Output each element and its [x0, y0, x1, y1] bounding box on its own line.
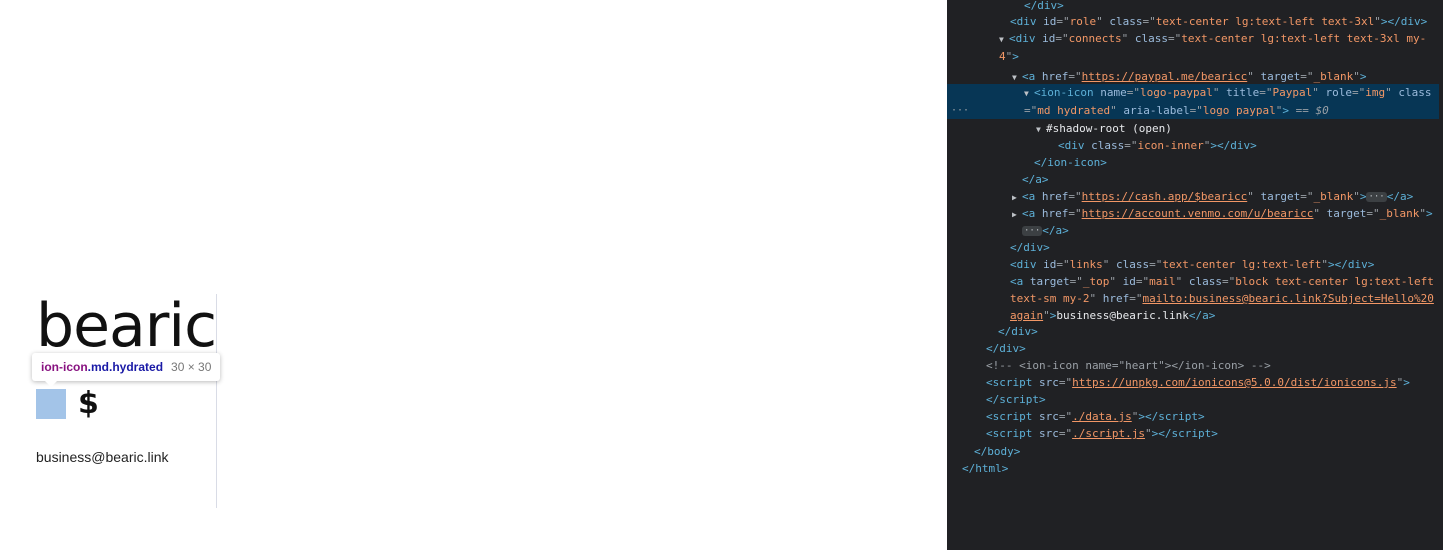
dom-tree-node[interactable]: <!-- <ion-icon name="heart"></ion-icon> …	[947, 357, 1443, 374]
email-link[interactable]: business@bearic.link	[36, 448, 169, 466]
dom-tree-node-selected[interactable]: ▼ <ion-icon name="logo-paypal" title="Pay…	[947, 84, 1439, 119]
dom-tree-node[interactable]: </html>	[947, 460, 1443, 477]
devtools-elements-panel: </div> <div id="role" class="text-center …	[947, 0, 1443, 550]
dom-tree-node[interactable]: ▼ #shadow-root (open)	[947, 120, 1443, 137]
dom-tree-node[interactable]: ▼ <div id="connects" class="text-center l…	[947, 30, 1439, 65]
tooltip-classes: .md.hydrated	[87, 360, 164, 374]
dom-tree-node[interactable]: </div>	[947, 340, 1443, 357]
dom-tree-node[interactable]: ▶ <a href="https://cash.app/$bearicc" tar…	[947, 188, 1443, 205]
dom-tree-node[interactable]: <div class="icon-inner"></div>	[947, 137, 1443, 154]
dom-tree-node[interactable]: </ion-icon>	[947, 154, 1443, 171]
dom-tree-node[interactable]: </script>	[947, 391, 1443, 408]
dom-tree-node[interactable]: </div>	[947, 239, 1443, 256]
dom-tree-node[interactable]: </body>	[947, 443, 1443, 460]
dom-tree-node[interactable]: ▼ <a href="https://paypal.me/bearicc" tar…	[947, 68, 1443, 85]
dom-tree-node[interactable]: <div id="links" class="text-center lg:te…	[947, 256, 1443, 273]
element-inspect-tooltip: ion-icon.md.hydrated 30 × 30	[32, 353, 221, 381]
cashapp-dollar-icon[interactable]: $	[78, 384, 99, 424]
dom-tree-node[interactable]: <a target="_top" id="mail" class="block …	[947, 273, 1439, 324]
more-options-icon[interactable]: ···	[951, 102, 969, 119]
vertical-divider	[216, 294, 217, 508]
dom-tree-node[interactable]: ··· </a>	[947, 222, 1443, 239]
tooltip-size: 30 × 30	[171, 360, 212, 374]
tooltip-arrow	[44, 380, 58, 387]
dom-tree-node[interactable]: </div>	[947, 0, 1443, 14]
dom-tree-node[interactable]: </a>	[947, 171, 1443, 188]
paypal-icon-highlight[interactable]	[36, 389, 66, 419]
dom-tree-node[interactable]: <script src="./data.js"></script>	[947, 408, 1443, 425]
dom-tree-node[interactable]: <script src="./script.js"></script>	[947, 425, 1443, 442]
dom-tree-node[interactable]: ▶ <a href="https://account.venmo.com/u/be…	[947, 205, 1443, 222]
dom-tree-node[interactable]: <div id="role" class="text-center lg:tex…	[947, 13, 1443, 30]
dom-tree-node[interactable]: <script src="https://unpkg.com/ionicons@…	[947, 374, 1443, 391]
tooltip-tag: ion-icon	[41, 360, 88, 374]
page-viewport: bearic $ business@bearic.link ion-icon.m…	[0, 0, 947, 550]
dom-tree-node[interactable]: </div>	[947, 323, 1443, 340]
